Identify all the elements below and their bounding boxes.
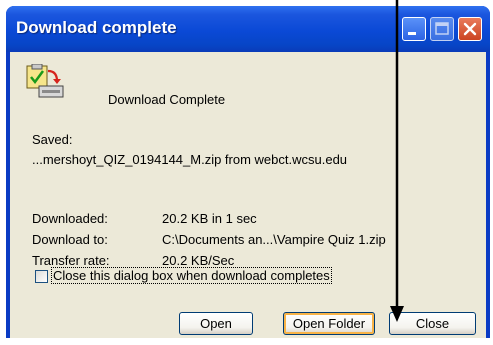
close-x-icon (463, 22, 477, 36)
downloaded-label: Downloaded: (32, 211, 108, 226)
open-folder-button[interactable]: Open Folder (283, 312, 375, 335)
transfer-rate-value: 20.2 KB/Sec (162, 253, 235, 268)
open-button[interactable]: Open (179, 312, 253, 335)
minimize-icon (408, 32, 416, 35)
download-to-value: C:\Documents an...\Vampire Quiz 1.zip (162, 232, 386, 247)
dialog-body: Download Complete Saved: ...mershoyt_QIZ… (10, 52, 486, 338)
maximize-icon (435, 22, 449, 35)
window-title: Download complete (16, 18, 177, 37)
download-complete-icon (26, 64, 64, 98)
title-bar[interactable]: Download complete (6, 6, 490, 52)
saved-file-value: ...mershoyt_QIZ_0194144_M.zip from webct… (32, 152, 348, 167)
minimize-button[interactable] (402, 17, 426, 41)
saved-label: Saved: (32, 132, 73, 147)
maximize-button[interactable] (430, 17, 454, 41)
download-complete-heading: Download Complete (108, 92, 226, 107)
close-when-complete-checkbox[interactable] (35, 270, 48, 283)
download-dialog-window: Download complete Download Complete Save… (6, 6, 490, 338)
close-when-complete-label[interactable]: Close this dialog box when download comp… (51, 267, 332, 284)
transfer-rate-label: Transfer rate: (32, 253, 110, 268)
close-window-button[interactable] (458, 17, 482, 41)
downloaded-value: 20.2 KB in 1 sec (162, 211, 257, 226)
close-button[interactable]: Close (389, 312, 476, 335)
download-to-label: Download to: (32, 232, 108, 247)
